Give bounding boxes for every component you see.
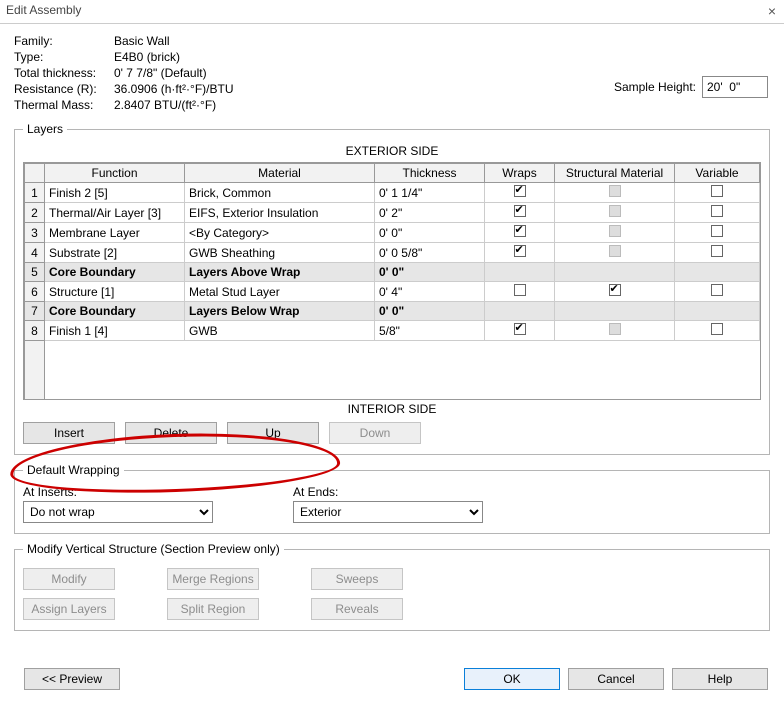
up-button[interactable]: Up xyxy=(227,422,319,444)
at-inserts-select[interactable]: Do not wrap xyxy=(23,501,213,523)
checkbox[interactable] xyxy=(711,225,723,237)
table-row[interactable]: 7Core BoundaryLayers Below Wrap0' 0" xyxy=(25,302,760,321)
cancel-button[interactable]: Cancel xyxy=(568,668,664,690)
checkbox[interactable] xyxy=(514,185,526,197)
checkbox[interactable] xyxy=(514,205,526,217)
help-button[interactable]: Help xyxy=(672,668,768,690)
layers-legend: Layers xyxy=(23,122,67,136)
ok-button[interactable]: OK xyxy=(464,668,560,690)
modify-legend: Modify Vertical Structure (Section Previ… xyxy=(23,542,284,556)
dialog-titlebar: Edit Assembly × xyxy=(0,0,784,24)
assign-layers-button: Assign Layers xyxy=(23,598,115,620)
checkbox[interactable] xyxy=(711,185,723,197)
sample-height-label: Sample Height: xyxy=(614,80,696,94)
thickness-label: Total thickness: xyxy=(14,66,114,80)
header-wraps: Wraps xyxy=(485,164,555,183)
sample-height-input[interactable] xyxy=(702,76,768,98)
preview-button[interactable]: << Preview xyxy=(24,668,120,690)
checkbox[interactable] xyxy=(711,245,723,257)
table-row[interactable]: 3Membrane Layer<By Category>0' 0" xyxy=(25,223,760,243)
header-material: Material xyxy=(185,164,375,183)
layers-table[interactable]: Function Material Thickness Wraps Struct… xyxy=(24,163,760,400)
checkbox[interactable] xyxy=(514,225,526,237)
assembly-meta: Family:Basic Wall Type:E4B0 (brick) Tota… xyxy=(0,24,784,118)
mass-value: 2.8407 BTU/(ft²·°F) xyxy=(114,98,216,114)
layers-button-row: Insert Delete Up Down xyxy=(23,422,761,444)
type-value: E4B0 (brick) xyxy=(114,50,180,66)
table-row[interactable]: 1Finish 2 [5]Brick, Common0' 1 1/4" xyxy=(25,183,760,203)
split-region-button: Split Region xyxy=(167,598,259,620)
type-label: Type: xyxy=(14,50,114,64)
layers-table-wrap: Function Material Thickness Wraps Struct… xyxy=(23,162,761,400)
checkbox[interactable] xyxy=(609,323,621,335)
checkbox[interactable] xyxy=(609,284,621,296)
down-button: Down xyxy=(329,422,421,444)
family-value: Basic Wall xyxy=(114,34,170,50)
wrapping-legend: Default Wrapping xyxy=(23,463,124,477)
table-row[interactable]: 6Structure [1]Metal Stud Layer0' 4" xyxy=(25,282,760,302)
exterior-side-label: EXTERIOR SIDE xyxy=(23,144,761,158)
header-function: Function xyxy=(45,164,185,183)
modify-button: Modify xyxy=(23,568,115,590)
modify-structure-group: Modify Vertical Structure (Section Previ… xyxy=(14,542,770,631)
dialog-title: Edit Assembly xyxy=(6,3,81,17)
checkbox[interactable] xyxy=(609,185,621,197)
checkbox[interactable] xyxy=(514,245,526,257)
family-label: Family: xyxy=(14,34,114,48)
at-ends-label: At Ends: xyxy=(293,485,483,499)
header-variable: Variable xyxy=(675,164,760,183)
checkbox[interactable] xyxy=(514,323,526,335)
at-ends-select[interactable]: Exterior xyxy=(293,501,483,523)
resistance-label: Resistance (R): xyxy=(14,82,114,96)
sweeps-button: Sweeps xyxy=(311,568,403,590)
checkbox[interactable] xyxy=(711,323,723,335)
insert-button[interactable]: Insert xyxy=(23,422,115,444)
at-inserts-label: At Inserts: xyxy=(23,485,213,499)
thickness-value: 0' 7 7/8" (Default) xyxy=(114,66,207,82)
close-icon[interactable]: × xyxy=(768,3,776,19)
table-row[interactable]: 5Core BoundaryLayers Above Wrap0' 0" xyxy=(25,263,760,282)
checkbox[interactable] xyxy=(514,284,526,296)
header-structural: Structural Material xyxy=(555,164,675,183)
table-header-row: Function Material Thickness Wraps Struct… xyxy=(25,164,760,183)
table-row[interactable]: 8Finish 1 [4]GWB5/8" xyxy=(25,321,760,341)
merge-regions-button: Merge Regions xyxy=(167,568,259,590)
reveals-button: Reveals xyxy=(311,598,403,620)
table-row[interactable]: 2Thermal/Air Layer [3]EIFS, Exterior Ins… xyxy=(25,203,760,223)
header-thickness: Thickness xyxy=(375,164,485,183)
layers-group: Layers EXTERIOR SIDE Function Material T… xyxy=(14,122,770,455)
checkbox[interactable] xyxy=(711,205,723,217)
default-wrapping-group: Default Wrapping At Inserts: Do not wrap… xyxy=(14,463,770,534)
table-row[interactable]: 4Substrate [2]GWB Sheathing0' 0 5/8" xyxy=(25,243,760,263)
delete-button[interactable]: Delete xyxy=(125,422,217,444)
interior-side-label: INTERIOR SIDE xyxy=(23,402,761,416)
dialog-footer: << Preview OK Cancel Help xyxy=(0,668,784,690)
mass-label: Thermal Mass: xyxy=(14,98,114,112)
checkbox[interactable] xyxy=(609,245,621,257)
sample-height-group: Sample Height: xyxy=(614,76,768,98)
header-blank xyxy=(25,164,45,183)
resistance-value: 36.0906 (h·ft²·°F)/BTU xyxy=(114,82,234,98)
checkbox[interactable] xyxy=(609,225,621,237)
checkbox[interactable] xyxy=(711,284,723,296)
checkbox[interactable] xyxy=(609,205,621,217)
